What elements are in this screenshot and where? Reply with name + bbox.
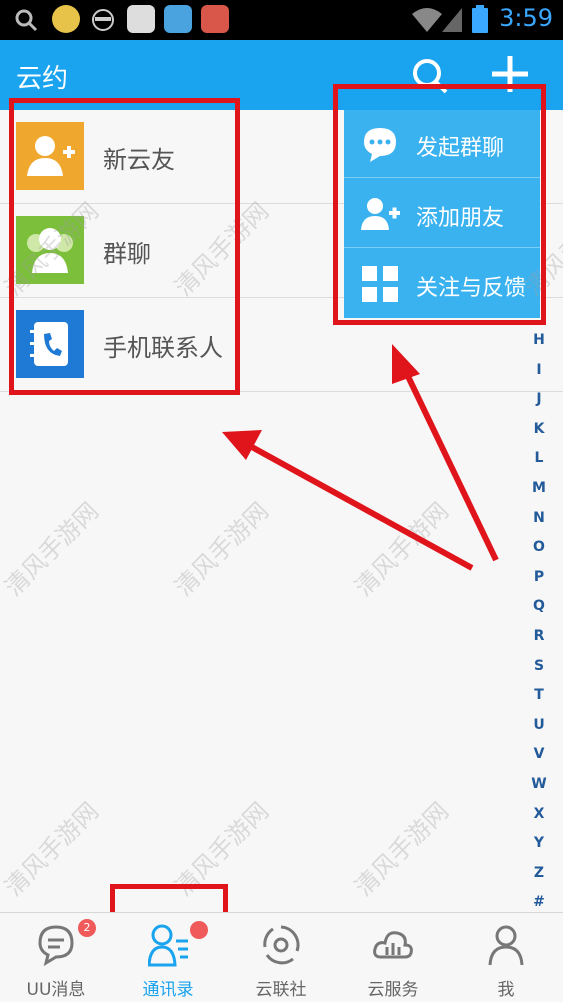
contacts-icon	[148, 924, 188, 967]
cloud-icon	[373, 931, 413, 959]
annotation-arrows	[222, 344, 499, 571]
tab-uu-messages[interactable]: 2 UU消息	[0, 913, 112, 1002]
tab-label: UU消息	[26, 980, 86, 1000]
tab-label: 我	[497, 980, 515, 1000]
notification-dot	[190, 921, 208, 939]
tab-label: 通讯录	[142, 980, 194, 1000]
tab-label: 云联社	[255, 980, 307, 1000]
bottom-tab-bar: 2 UU消息 通讯录 云联社 云服务 我	[0, 912, 563, 1002]
tab-label: 云服务	[367, 980, 419, 1000]
tab-contacts[interactable]: 通讯录	[112, 913, 224, 1002]
tab-me[interactable]: 我	[450, 913, 562, 1002]
tab-cloud-services[interactable]: 云服务	[337, 913, 449, 1002]
chat-bubble-icon	[38, 925, 74, 967]
unread-badge: 2	[78, 919, 96, 937]
tab-cloud-community[interactable]: 云联社	[225, 913, 337, 1002]
community-icon	[263, 925, 300, 965]
user-icon	[488, 925, 524, 966]
